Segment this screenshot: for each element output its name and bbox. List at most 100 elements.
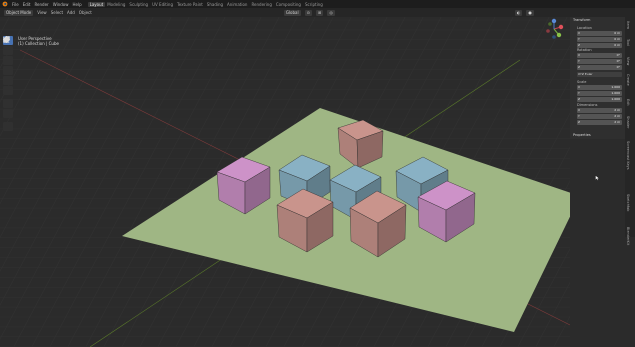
collection-label: (1) Collection | Cube (18, 41, 59, 46)
proportional-edit-icon[interactable]: ◎ (327, 9, 335, 16)
viewport-header: Object Mode View Select Add Object Global ⊙… (0, 8, 635, 17)
scale-y-field[interactable]: Y 1.000 (577, 91, 622, 96)
measure-tool-icon[interactable] (3, 36, 13, 118)
mouse-cursor-icon (595, 175, 600, 181)
side-tab-sketchfab[interactable]: Sketchfab (626, 194, 630, 211)
location-x-field[interactable]: X 0 m (577, 31, 622, 36)
field-value: 0 m (614, 37, 620, 41)
field-value: 0° (616, 65, 620, 69)
viewport-menu-view[interactable]: View (35, 10, 49, 15)
mode-dropdown[interactable]: Object Mode (4, 9, 34, 16)
axis-label: Y (578, 91, 580, 95)
tab-animation[interactable]: Animation (225, 2, 249, 7)
sidebar-properties-panel: Transform Location X 0 m Y 0 m Z 0 m Rotation… (570, 17, 625, 139)
menu-window[interactable]: Window (51, 2, 71, 7)
scale-label: Scale (577, 80, 587, 84)
dimensions-label: Dimensions (577, 103, 598, 107)
scale-z-field[interactable]: Z 1.000 (577, 97, 622, 102)
side-tab-edit[interactable]: Edit (626, 99, 630, 106)
axis-label: Z (578, 97, 581, 101)
dimensions-z-field[interactable]: Z 2 m (577, 120, 622, 125)
menu-file[interactable]: File (10, 2, 21, 7)
tab-modeling[interactable]: Modeling (105, 2, 127, 7)
rotate-tool-icon[interactable] (3, 36, 13, 75)
side-tab-view[interactable]: View (626, 57, 630, 65)
overlays-icon[interactable]: ◐ (514, 9, 523, 16)
transform-tool-icon[interactable] (3, 36, 13, 95)
axis-label: Y (578, 37, 580, 41)
annotate-tool-icon[interactable] (3, 37, 13, 108)
properties-section-title[interactable]: Properties (573, 133, 591, 137)
tab-shading[interactable]: Shading (205, 2, 225, 7)
viewport-menu-add[interactable]: Add (65, 10, 77, 15)
cursor-tool-icon[interactable] (3, 36, 13, 55)
side-tab-shader[interactable]: Shader (626, 116, 630, 128)
side-tab-tool[interactable]: Tool (626, 39, 630, 46)
tab-layout[interactable]: Layout (87, 1, 106, 7)
axis-label: Y (578, 114, 580, 118)
side-tab-item[interactable]: Item (626, 21, 630, 29)
orientation-dropdown[interactable]: Global (283, 9, 301, 16)
z-axis-icon (551, 18, 557, 24)
blender-logo-icon[interactable] (2, 1, 8, 7)
field-value: 0 m (614, 31, 620, 35)
field-value: 0° (616, 59, 620, 63)
menu-help[interactable]: Help (70, 2, 83, 7)
rotation-y-field[interactable]: Y 0° (577, 59, 622, 64)
y-axis-icon (556, 32, 562, 38)
snap-icon[interactable]: ⊞ (315, 9, 324, 16)
tab-scripting[interactable]: Scripting (303, 2, 325, 7)
workspace-tabs: Layout Modeling Sculpting UV Editing Texture… (87, 1, 325, 7)
move-tool-icon[interactable] (3, 36, 13, 65)
rotation-label: Rotation (577, 48, 592, 52)
field-value: 2 m (614, 108, 620, 112)
shading-solid-icon[interactable]: ● (526, 9, 534, 16)
tab-uv-editing[interactable]: UV Editing (150, 2, 175, 7)
3d-viewport[interactable]: User Perspective (1) Collection | Cube (0, 17, 570, 347)
rotation-z-field[interactable]: Z 0° (577, 65, 622, 70)
field-value: 1.000 (611, 85, 620, 89)
transform-section-title[interactable]: Transform (573, 18, 590, 22)
axis-label: X (578, 31, 581, 35)
axis-label: Z (578, 65, 581, 69)
field-value: 1.000 (611, 97, 620, 101)
axis-label: Z (578, 120, 581, 124)
viewport-menu-select[interactable]: Select (49, 10, 65, 15)
field-value: 1.000 (611, 91, 620, 95)
location-label: Location (577, 26, 592, 30)
top-menu-bar: File Edit Render Window Help Layout Modeling S… (0, 0, 635, 8)
rotation-mode-dropdown[interactable]: XYZ Euler (577, 72, 622, 77)
tab-compositing[interactable]: Compositing (274, 2, 303, 7)
side-tab-screencast-keys[interactable]: Screencast Keys (626, 141, 630, 170)
tab-sculpting[interactable]: Sculpting (127, 2, 150, 7)
dimensions-x-field[interactable]: X 2 m (577, 108, 622, 113)
field-value: 0 m (614, 43, 620, 47)
add-cube-tool-icon[interactable] (3, 36, 13, 131)
axis-label: X (578, 108, 581, 112)
pivot-icon[interactable]: ⊙ (304, 9, 312, 16)
side-tab-create[interactable]: Create (626, 74, 630, 86)
side-tab-blenderkit[interactable]: BlenderKit (626, 227, 630, 245)
viewport-scene (0, 17, 570, 347)
scale-x-field[interactable]: X 1.000 (577, 85, 622, 90)
field-value: 0° (616, 53, 620, 57)
menu-render[interactable]: Render (32, 2, 50, 7)
axis-label: Y (578, 59, 580, 63)
navigation-gizmo[interactable] (541, 16, 567, 42)
tab-rendering[interactable]: Rendering (249, 2, 273, 7)
viewport-menu-object[interactable]: Object (77, 10, 94, 15)
scale-tool-icon[interactable] (3, 36, 13, 85)
sidebar-tabs: Item Tool View Create Edit Shader Screencast K… (625, 17, 635, 246)
x-axis-icon (558, 24, 564, 30)
tool-shelf (3, 36, 13, 131)
axis-label: X (578, 53, 581, 57)
tab-texture-paint[interactable]: Texture Paint (175, 2, 205, 7)
menu-edit[interactable]: Edit (21, 2, 33, 7)
main-menu: File Edit Render Window Help (10, 2, 84, 7)
dimensions-y-field[interactable]: Y 2 m (577, 114, 622, 119)
rotation-x-field[interactable]: X 0° (577, 53, 622, 58)
field-value: 2 m (614, 120, 620, 124)
location-y-field[interactable]: Y 0 m (577, 37, 622, 42)
field-value: 2 m (614, 114, 620, 118)
axis-label: X (578, 85, 581, 89)
